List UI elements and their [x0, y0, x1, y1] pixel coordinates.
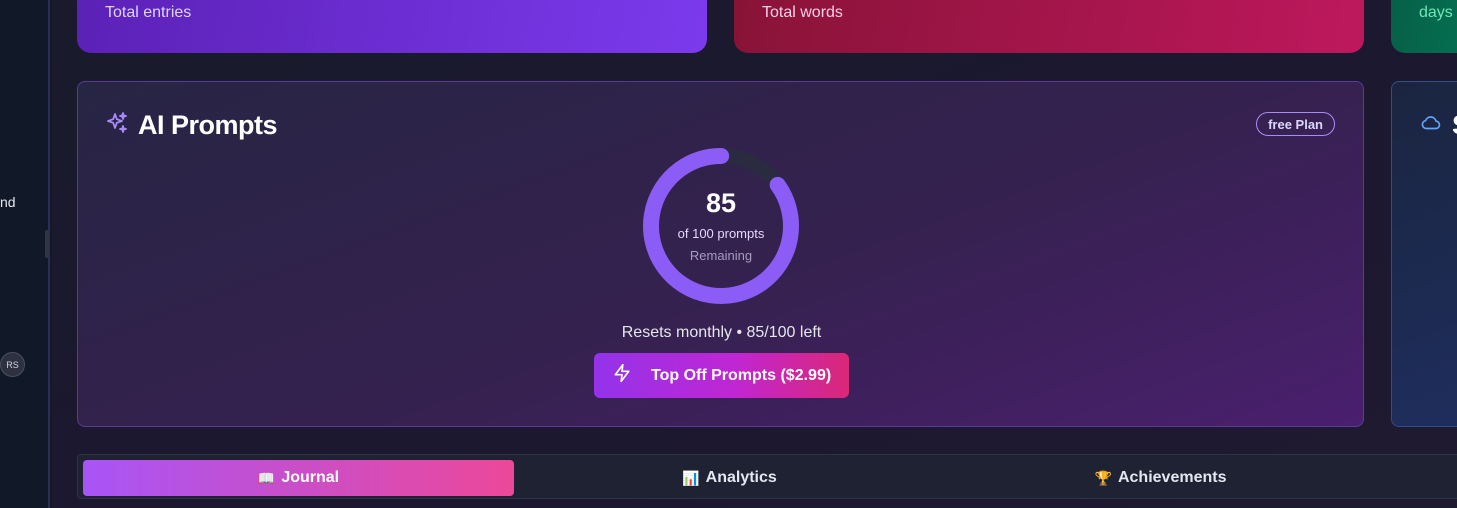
ai-prompts-header: AI Prompts — [105, 110, 278, 141]
tab-analytics-label: Analytics — [705, 469, 777, 486]
sync-card-title: S — [1452, 110, 1457, 141]
sidebar: nd RS — [0, 0, 50, 508]
sync-card-header: S — [1420, 110, 1457, 141]
stat-streak-label: days — [1419, 4, 1453, 21]
cloud-icon — [1420, 112, 1442, 139]
stat-card-streak: days — [1391, 0, 1457, 53]
tab-journal-label: Journal — [281, 469, 340, 486]
sidebar-partial-text[interactable]: nd — [0, 194, 16, 210]
prompts-remaining-label: Remaining — [689, 248, 753, 263]
ai-prompts-card: AI Prompts free Plan 85 of 100 prompts R… — [77, 81, 1364, 427]
reset-info: Resets monthly • 85/100 left — [621, 324, 822, 341]
plan-badge: free Plan — [1256, 112, 1335, 136]
top-off-label: Top Off Prompts ($2.99) — [651, 366, 832, 384]
tab-journal[interactable]: 📖 Journal — [83, 460, 514, 496]
book-icon: 📖 — [257, 469, 276, 486]
view-tabs: 📖 Journal 📊 Analytics 🏆 Achievements — [77, 454, 1457, 499]
prompts-remaining-value: 85 — [705, 188, 737, 218]
lightning-icon — [612, 363, 632, 388]
stat-entries-label: Total entries — [105, 4, 192, 21]
trophy-icon: 🏆 — [1094, 469, 1112, 486]
tab-analytics[interactable]: 📊 Analytics — [514, 460, 945, 496]
stat-card-words: Total words — [734, 0, 1364, 53]
stat-card-entries: Total entries — [77, 0, 707, 53]
tab-achievements[interactable]: 🏆 Achievements — [945, 460, 1376, 496]
ai-prompts-title: AI Prompts — [138, 110, 278, 140]
sparkles-icon — [105, 111, 129, 140]
sync-card: S — [1391, 81, 1457, 427]
top-off-prompts-button[interactable]: Top Off Prompts ($2.99) — [594, 353, 849, 398]
bar-chart-icon: 📊 — [682, 469, 700, 486]
stat-words-label: Total words — [762, 4, 843, 21]
prompts-total-label: of 100 prompts — [677, 226, 765, 241]
avatar[interactable]: RS — [0, 352, 25, 377]
tab-achievements-label: Achievements — [1117, 469, 1227, 486]
prompts-progress-ring: 85 of 100 prompts Remaining — [641, 146, 801, 306]
sidebar-resize-handle[interactable] — [45, 230, 49, 258]
